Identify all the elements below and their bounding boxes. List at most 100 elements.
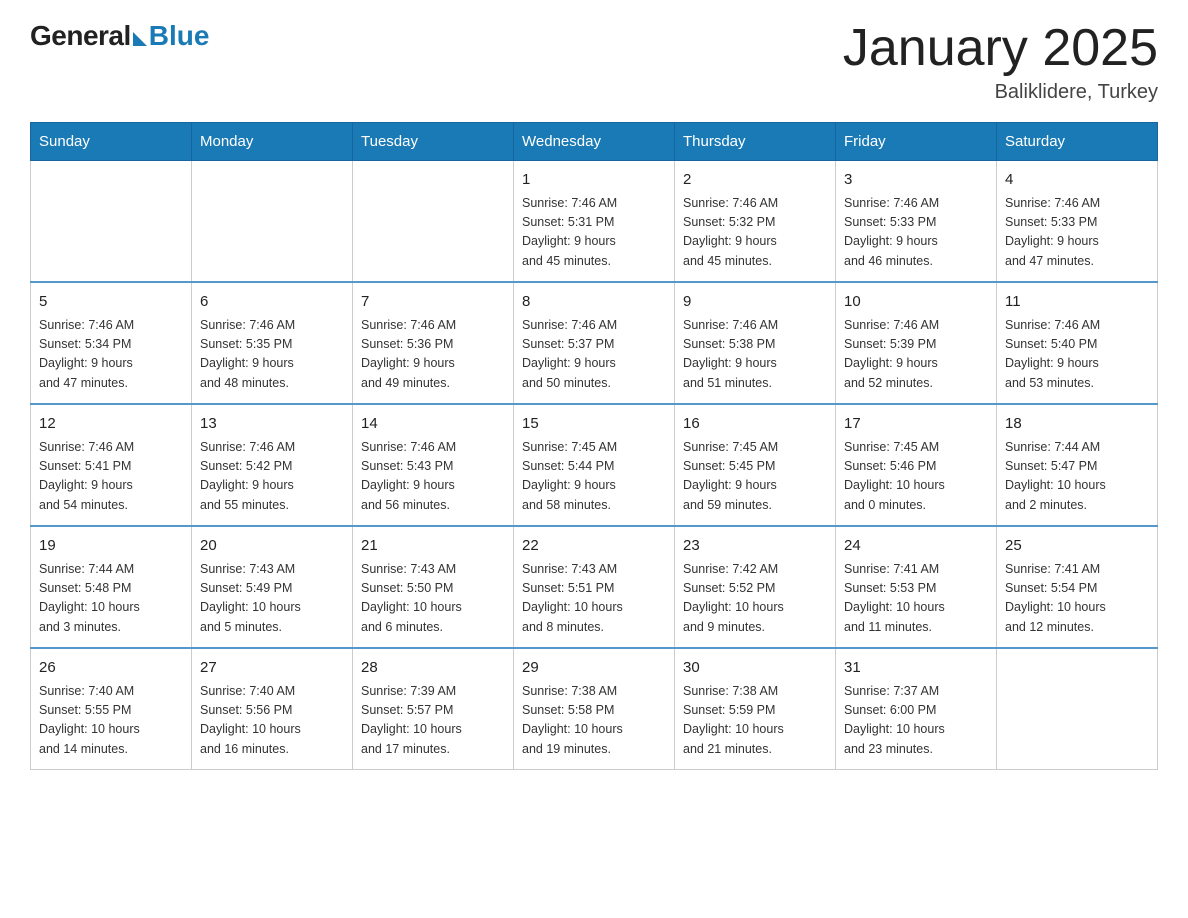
- calendar-cell: [31, 161, 192, 283]
- day-number: 7: [361, 291, 505, 314]
- day-info: Sunrise: 7:40 AMSunset: 5:56 PMDaylight:…: [200, 682, 344, 760]
- calendar-cell: 9Sunrise: 7:46 AMSunset: 5:38 PMDaylight…: [675, 282, 836, 404]
- day-info: Sunrise: 7:41 AMSunset: 5:53 PMDaylight:…: [844, 560, 988, 638]
- calendar-cell: 22Sunrise: 7:43 AMSunset: 5:51 PMDayligh…: [514, 526, 675, 648]
- day-info: Sunrise: 7:38 AMSunset: 5:58 PMDaylight:…: [522, 682, 666, 760]
- day-info: Sunrise: 7:46 AMSunset: 5:43 PMDaylight:…: [361, 438, 505, 516]
- calendar-cell: 31Sunrise: 7:37 AMSunset: 6:00 PMDayligh…: [836, 648, 997, 770]
- day-info: Sunrise: 7:45 AMSunset: 5:44 PMDaylight:…: [522, 438, 666, 516]
- calendar-cell: 20Sunrise: 7:43 AMSunset: 5:49 PMDayligh…: [192, 526, 353, 648]
- day-info: Sunrise: 7:45 AMSunset: 5:46 PMDaylight:…: [844, 438, 988, 516]
- calendar-cell: 27Sunrise: 7:40 AMSunset: 5:56 PMDayligh…: [192, 648, 353, 770]
- day-number: 13: [200, 413, 344, 436]
- calendar-cell: [353, 161, 514, 283]
- weekday-header-monday: Monday: [192, 123, 353, 161]
- calendar-cell: 14Sunrise: 7:46 AMSunset: 5:43 PMDayligh…: [353, 404, 514, 526]
- day-info: Sunrise: 7:44 AMSunset: 5:48 PMDaylight:…: [39, 560, 183, 638]
- day-number: 26: [39, 657, 183, 680]
- day-number: 4: [1005, 169, 1149, 192]
- weekday-header-thursday: Thursday: [675, 123, 836, 161]
- calendar-cell: 13Sunrise: 7:46 AMSunset: 5:42 PMDayligh…: [192, 404, 353, 526]
- day-number: 16: [683, 413, 827, 436]
- logo-general-text: General: [30, 20, 131, 52]
- calendar-cell: 28Sunrise: 7:39 AMSunset: 5:57 PMDayligh…: [353, 648, 514, 770]
- day-number: 29: [522, 657, 666, 680]
- day-number: 24: [844, 535, 988, 558]
- calendar-cell: 24Sunrise: 7:41 AMSunset: 5:53 PMDayligh…: [836, 526, 997, 648]
- calendar-cell: 11Sunrise: 7:46 AMSunset: 5:40 PMDayligh…: [997, 282, 1158, 404]
- day-info: Sunrise: 7:46 AMSunset: 5:39 PMDaylight:…: [844, 316, 988, 394]
- weekday-header-friday: Friday: [836, 123, 997, 161]
- day-number: 5: [39, 291, 183, 314]
- day-number: 2: [683, 169, 827, 192]
- day-number: 9: [683, 291, 827, 314]
- logo-triangle-icon: [133, 32, 147, 46]
- day-number: 6: [200, 291, 344, 314]
- day-info: Sunrise: 7:46 AMSunset: 5:38 PMDaylight:…: [683, 316, 827, 394]
- day-info: Sunrise: 7:41 AMSunset: 5:54 PMDaylight:…: [1005, 560, 1149, 638]
- day-info: Sunrise: 7:43 AMSunset: 5:51 PMDaylight:…: [522, 560, 666, 638]
- calendar-week-row: 26Sunrise: 7:40 AMSunset: 5:55 PMDayligh…: [31, 648, 1158, 770]
- day-number: 1: [522, 169, 666, 192]
- day-info: Sunrise: 7:46 AMSunset: 5:32 PMDaylight:…: [683, 194, 827, 272]
- day-info: Sunrise: 7:44 AMSunset: 5:47 PMDaylight:…: [1005, 438, 1149, 516]
- day-info: Sunrise: 7:40 AMSunset: 5:55 PMDaylight:…: [39, 682, 183, 760]
- day-info: Sunrise: 7:46 AMSunset: 5:41 PMDaylight:…: [39, 438, 183, 516]
- calendar-cell: 30Sunrise: 7:38 AMSunset: 5:59 PMDayligh…: [675, 648, 836, 770]
- day-number: 20: [200, 535, 344, 558]
- calendar-cell: 8Sunrise: 7:46 AMSunset: 5:37 PMDaylight…: [514, 282, 675, 404]
- calendar-cell: 21Sunrise: 7:43 AMSunset: 5:50 PMDayligh…: [353, 526, 514, 648]
- day-info: Sunrise: 7:43 AMSunset: 5:49 PMDaylight:…: [200, 560, 344, 638]
- day-info: Sunrise: 7:46 AMSunset: 5:37 PMDaylight:…: [522, 316, 666, 394]
- day-info: Sunrise: 7:37 AMSunset: 6:00 PMDaylight:…: [844, 682, 988, 760]
- calendar-cell: 19Sunrise: 7:44 AMSunset: 5:48 PMDayligh…: [31, 526, 192, 648]
- day-number: 27: [200, 657, 344, 680]
- weekday-header-wednesday: Wednesday: [514, 123, 675, 161]
- day-info: Sunrise: 7:42 AMSunset: 5:52 PMDaylight:…: [683, 560, 827, 638]
- day-number: 10: [844, 291, 988, 314]
- day-number: 21: [361, 535, 505, 558]
- logo: General Blue: [30, 20, 209, 52]
- calendar-cell: 29Sunrise: 7:38 AMSunset: 5:58 PMDayligh…: [514, 648, 675, 770]
- day-info: Sunrise: 7:46 AMSunset: 5:33 PMDaylight:…: [1005, 194, 1149, 272]
- day-number: 30: [683, 657, 827, 680]
- day-info: Sunrise: 7:46 AMSunset: 5:40 PMDaylight:…: [1005, 316, 1149, 394]
- calendar-cell: 1Sunrise: 7:46 AMSunset: 5:31 PMDaylight…: [514, 161, 675, 283]
- day-number: 11: [1005, 291, 1149, 314]
- calendar-cell: 7Sunrise: 7:46 AMSunset: 5:36 PMDaylight…: [353, 282, 514, 404]
- calendar-cell: [997, 648, 1158, 770]
- calendar-header-row: SundayMondayTuesdayWednesdayThursdayFrid…: [31, 123, 1158, 161]
- calendar-cell: 26Sunrise: 7:40 AMSunset: 5:55 PMDayligh…: [31, 648, 192, 770]
- calendar-cell: 15Sunrise: 7:45 AMSunset: 5:44 PMDayligh…: [514, 404, 675, 526]
- calendar-cell: 10Sunrise: 7:46 AMSunset: 5:39 PMDayligh…: [836, 282, 997, 404]
- calendar-table: SundayMondayTuesdayWednesdayThursdayFrid…: [30, 122, 1158, 770]
- weekday-header-sunday: Sunday: [31, 123, 192, 161]
- day-info: Sunrise: 7:46 AMSunset: 5:33 PMDaylight:…: [844, 194, 988, 272]
- day-number: 23: [683, 535, 827, 558]
- calendar-cell: [192, 161, 353, 283]
- day-number: 12: [39, 413, 183, 436]
- day-number: 25: [1005, 535, 1149, 558]
- day-info: Sunrise: 7:46 AMSunset: 5:34 PMDaylight:…: [39, 316, 183, 394]
- day-number: 14: [361, 413, 505, 436]
- calendar-week-row: 1Sunrise: 7:46 AMSunset: 5:31 PMDaylight…: [31, 161, 1158, 283]
- calendar-cell: 3Sunrise: 7:46 AMSunset: 5:33 PMDaylight…: [836, 161, 997, 283]
- calendar-cell: 2Sunrise: 7:46 AMSunset: 5:32 PMDaylight…: [675, 161, 836, 283]
- day-info: Sunrise: 7:43 AMSunset: 5:50 PMDaylight:…: [361, 560, 505, 638]
- day-number: 22: [522, 535, 666, 558]
- day-number: 3: [844, 169, 988, 192]
- day-number: 18: [1005, 413, 1149, 436]
- day-info: Sunrise: 7:46 AMSunset: 5:36 PMDaylight:…: [361, 316, 505, 394]
- title-section: January 2025 Baliklidere, Turkey: [843, 20, 1158, 104]
- calendar-cell: 4Sunrise: 7:46 AMSunset: 5:33 PMDaylight…: [997, 161, 1158, 283]
- calendar-week-row: 12Sunrise: 7:46 AMSunset: 5:41 PMDayligh…: [31, 404, 1158, 526]
- weekday-header-saturday: Saturday: [997, 123, 1158, 161]
- logo-blue-text: Blue: [149, 20, 210, 52]
- day-info: Sunrise: 7:45 AMSunset: 5:45 PMDaylight:…: [683, 438, 827, 516]
- day-number: 31: [844, 657, 988, 680]
- calendar-location: Baliklidere, Turkey: [843, 81, 1158, 104]
- day-info: Sunrise: 7:46 AMSunset: 5:35 PMDaylight:…: [200, 316, 344, 394]
- calendar-cell: 17Sunrise: 7:45 AMSunset: 5:46 PMDayligh…: [836, 404, 997, 526]
- calendar-cell: 16Sunrise: 7:45 AMSunset: 5:45 PMDayligh…: [675, 404, 836, 526]
- calendar-title: January 2025: [843, 20, 1158, 77]
